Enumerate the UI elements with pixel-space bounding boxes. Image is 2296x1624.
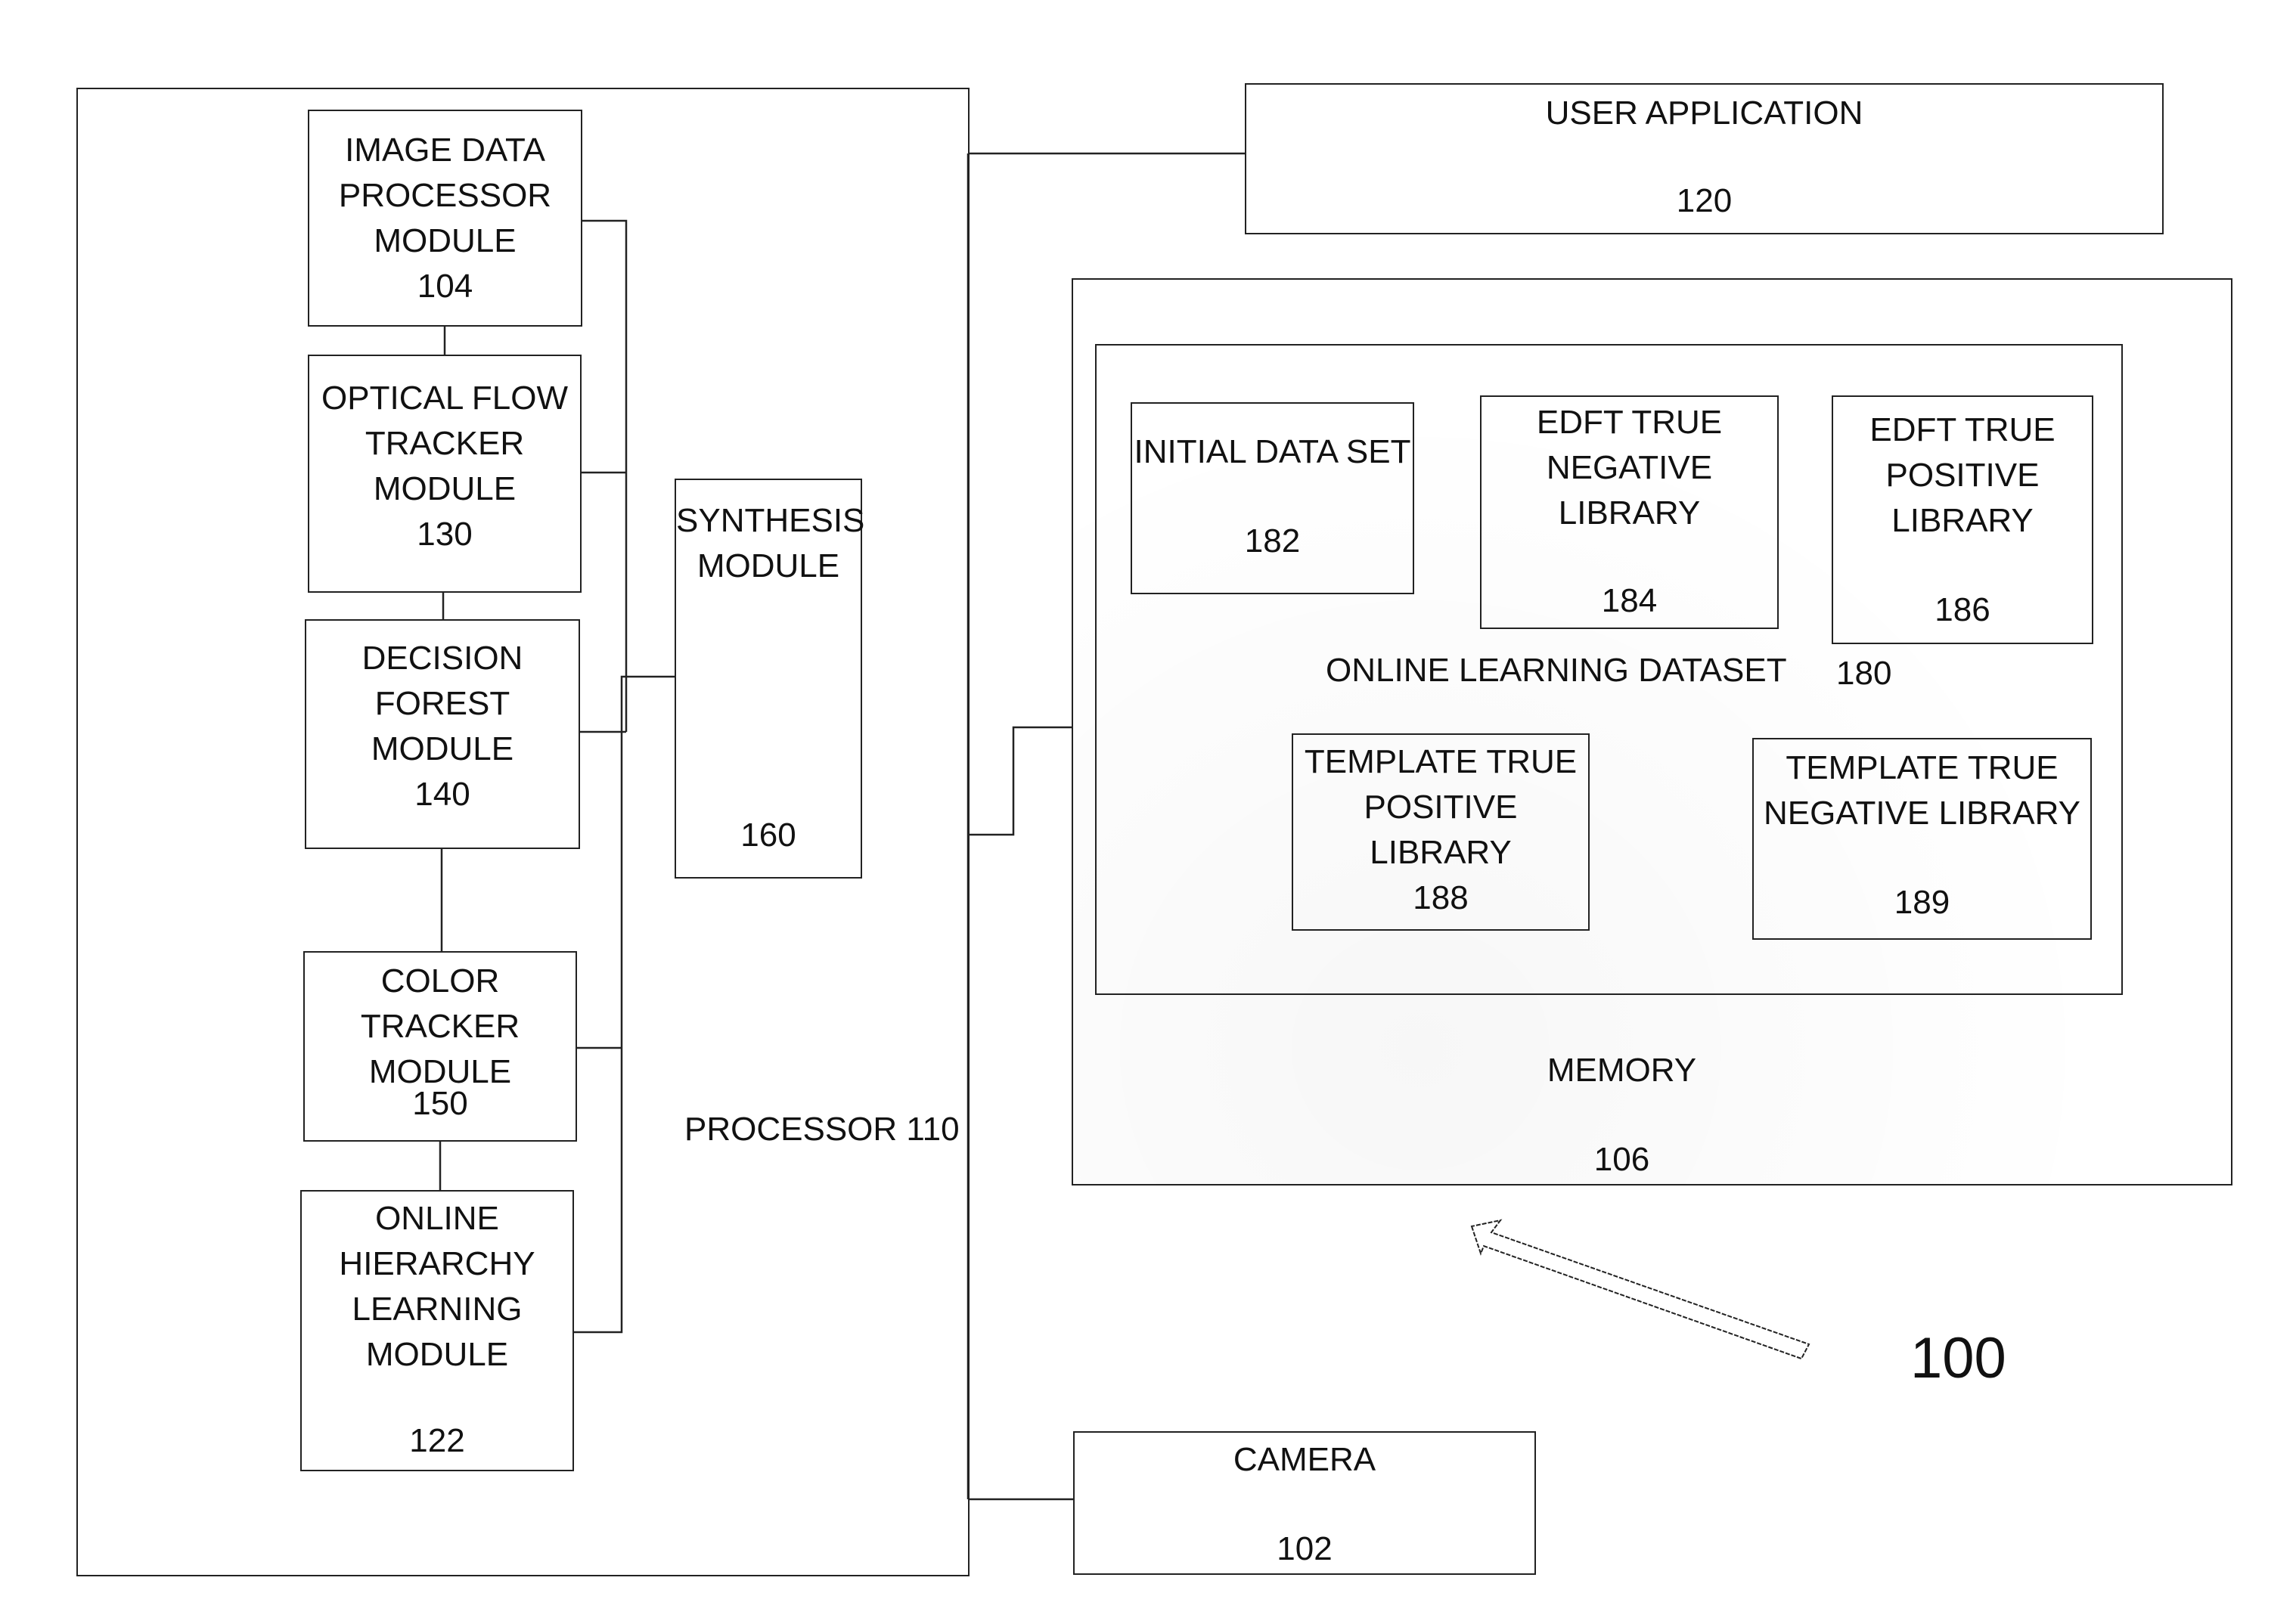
library-number: 189 xyxy=(1894,884,1950,921)
camera-box: CAMERA 102 xyxy=(1073,1431,1536,1575)
module-label: OPTICAL FLOW TRACKER MODULE xyxy=(321,380,568,507)
module-label: IMAGE DATA PROCESSOR MODULE xyxy=(338,132,552,259)
library-label: EDFT TRUE POSITIVE LIBRARY xyxy=(1869,411,2056,539)
color-tracker-module: COLOR TRACKER MODULE 150 xyxy=(303,951,577,1142)
user-application-box: USER APPLICATION 120 xyxy=(1245,83,2164,234)
module-number: 122 xyxy=(409,1422,465,1459)
initial-data-set-box: INITIAL DATA SET 182 xyxy=(1131,402,1414,594)
user-application-label: USER APPLICATION xyxy=(1545,95,1863,132)
library-label: TEMPLATE TRUE NEGATIVE LIBRARY xyxy=(1764,749,2080,832)
module-number: 104 xyxy=(417,268,473,305)
module-number: 160 xyxy=(740,817,796,854)
online-hierarchy-learning-module: ONLINE HIERARCHY LEARNING MODULE 122 xyxy=(300,1190,574,1471)
optical-flow-tracker-module: OPTICAL FLOW TRACKER MODULE 130 xyxy=(308,355,582,593)
decision-forest-module: DECISION FOREST MODULE 140 xyxy=(305,619,580,849)
module-label: ONLINE HIERARCHY LEARNING MODULE xyxy=(339,1200,535,1373)
link-processor-memory xyxy=(968,726,1072,836)
library-number: 184 xyxy=(1601,582,1658,619)
memory-label: MEMORY xyxy=(1547,1052,1697,1089)
module-label: DECISION FOREST MODULE xyxy=(361,640,523,767)
edft-true-positive-library-box: EDFT TRUE POSITIVE LIBRARY 186 xyxy=(1832,395,2093,644)
edft-true-negative-library-box: EDFT TRUE NEGATIVE LIBRARY 184 xyxy=(1480,395,1779,629)
memory-number: 106 xyxy=(1593,1141,1650,1178)
library-label: TEMPLATE TRUE POSITIVE LIBRARY xyxy=(1304,743,1578,871)
processor-label: PROCESSOR 110 xyxy=(684,1111,960,1148)
library-number: 188 xyxy=(1413,879,1469,916)
library-number: 186 xyxy=(1935,591,1990,628)
image-data-processor-module: IMAGE DATA PROCESSOR MODULE 104 xyxy=(308,110,582,327)
library-label: EDFT TRUE NEGATIVE LIBRARY xyxy=(1536,404,1723,532)
synthesis-module: SYNTHESIS MODULE 160 xyxy=(675,479,865,879)
figure-number: 100 xyxy=(1910,1326,2006,1390)
library-number: 182 xyxy=(1244,522,1301,559)
reference-arrow-icon xyxy=(1470,1219,1810,1360)
template-true-negative-library-box: TEMPLATE TRUE NEGATIVE LIBRARY 189 xyxy=(1752,738,2092,940)
online-learning-dataset-number: 180 xyxy=(1836,655,1892,692)
user-application-number: 120 xyxy=(1676,182,1733,219)
camera-label: CAMERA xyxy=(1233,1441,1376,1478)
module-number: 150 xyxy=(412,1085,468,1122)
module-label: SYNTHESIS MODULE xyxy=(676,502,865,584)
module-number: 130 xyxy=(417,516,473,553)
template-true-positive-library-box: TEMPLATE TRUE POSITIVE LIBRARY 188 xyxy=(1292,733,1590,931)
module-label: COLOR TRACKER MODULE xyxy=(360,962,520,1090)
online-learning-dataset-label: ONLINE LEARNING DATASET xyxy=(1326,652,1787,689)
module-number: 140 xyxy=(414,776,470,813)
camera-number: 102 xyxy=(1277,1530,1333,1567)
library-label: INITIAL DATA SET xyxy=(1134,433,1411,470)
